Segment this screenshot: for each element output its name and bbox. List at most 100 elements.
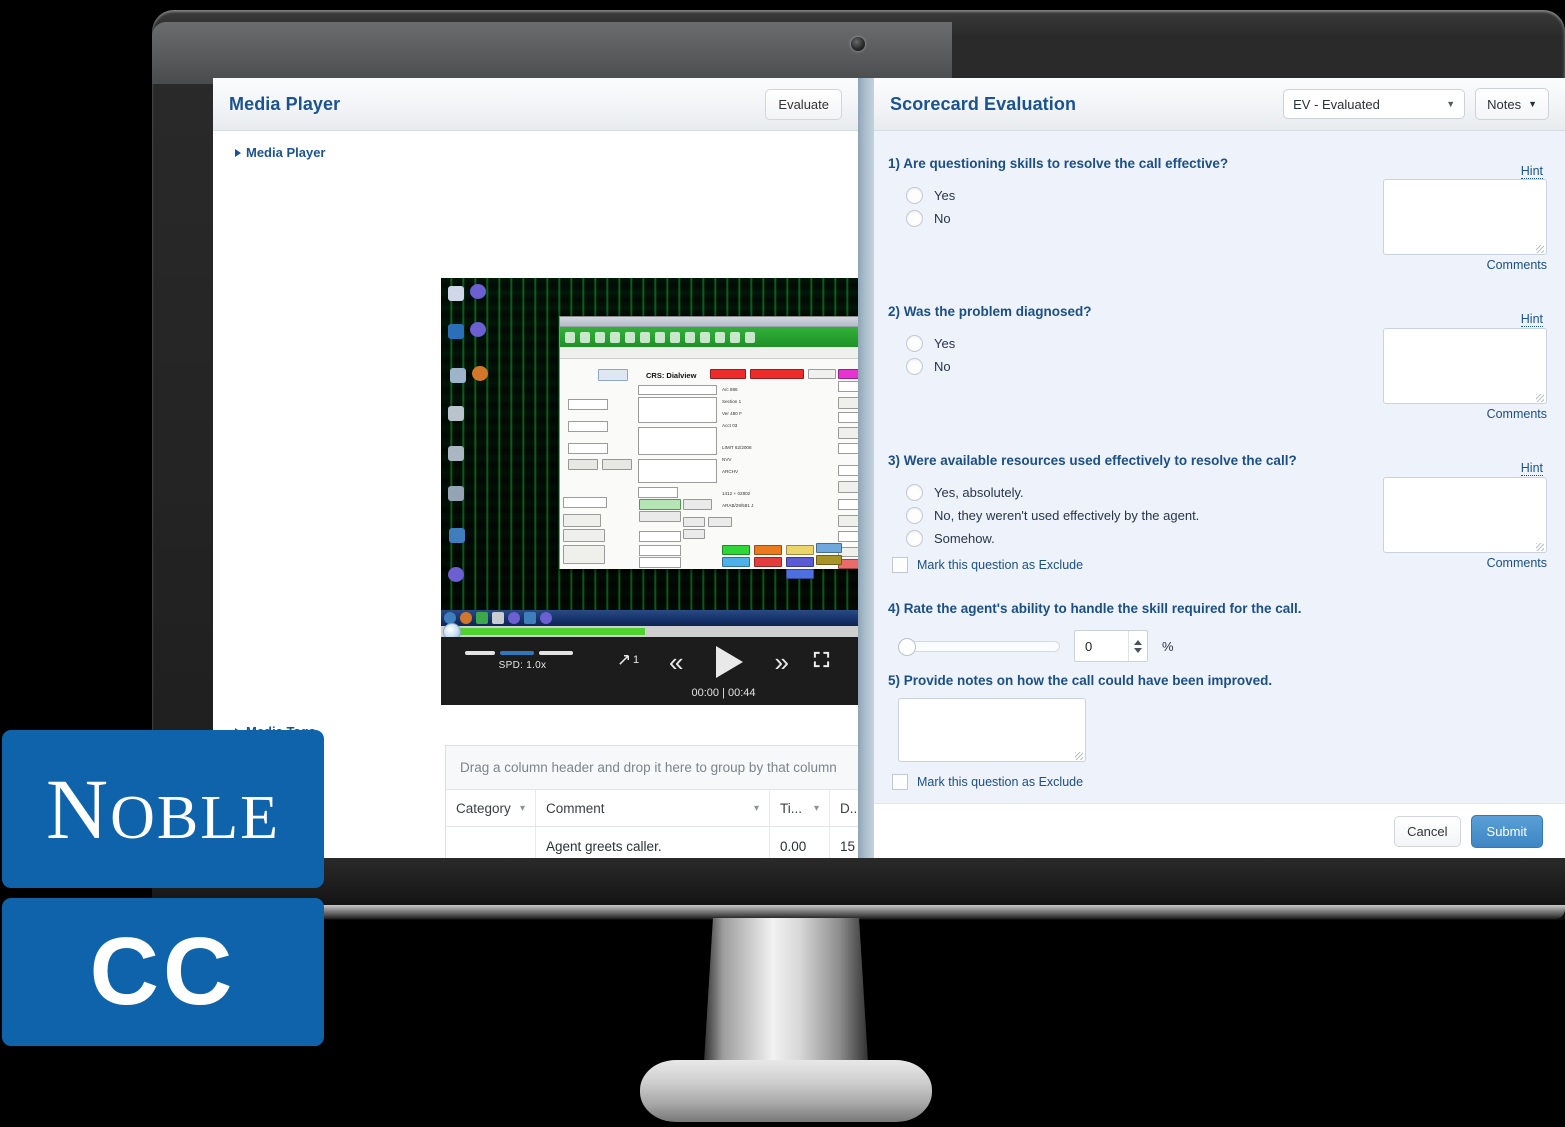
question-1-hint-link[interactable]: Hint <box>1520 164 1543 179</box>
monitor-stand-base <box>640 1060 932 1122</box>
notes-button[interactable]: Notes ▼ <box>1475 88 1549 120</box>
desktop-icon <box>448 286 464 301</box>
rating-slider[interactable] <box>898 637 1060 656</box>
panel-divider[interactable] <box>858 78 874 858</box>
question-1-text: 1) Are questioning skills to resolve the… <box>888 156 1229 171</box>
checkbox-icon[interactable] <box>892 557 908 573</box>
crm-button <box>754 557 782 567</box>
radio-icon[interactable] <box>906 358 923 375</box>
grid-column-label: Ti... <box>780 800 802 816</box>
rating-value: 0 <box>1085 638 1093 654</box>
question-2: 2) Was the problem diagnosed? Yes No Hin… <box>874 304 1565 453</box>
grid-column-label: Category <box>456 800 511 816</box>
comments-textarea[interactable] <box>1383 179 1547 255</box>
question-2-text: 2) Was the problem diagnosed? <box>888 304 1092 319</box>
radio-icon[interactable] <box>906 530 923 547</box>
comments-textarea[interactable] <box>1383 328 1547 404</box>
option-label: No, they weren't used effectively by the… <box>934 508 1200 523</box>
question-3-hint-link[interactable]: Hint <box>1520 461 1543 476</box>
speed-segment <box>465 651 495 655</box>
option-label: No <box>934 359 951 374</box>
rewind-icon[interactable]: « <box>669 649 683 675</box>
checkbox-icon[interactable] <box>892 774 908 790</box>
option-label: Yes <box>934 188 956 203</box>
speed-slider[interactable] <box>465 651 580 655</box>
chevron-down-icon: ▼ <box>1446 99 1456 109</box>
crm-text: A/c 886 <box>722 387 738 392</box>
radio-icon[interactable] <box>906 484 923 501</box>
crm-button <box>563 529 605 542</box>
toolbar-icon <box>580 331 590 343</box>
scorecard-panel: Scorecard Evaluation EV - Evaluated ▼ No… <box>874 78 1565 858</box>
grid-column-label: Comment <box>546 800 605 816</box>
scorecard-title: Scorecard Evaluation <box>890 93 1077 114</box>
chevron-up-icon[interactable] <box>1134 639 1142 645</box>
toolbar-icon <box>625 331 635 343</box>
desktop-icons <box>444 282 488 602</box>
question-3-text: 3) Were available resources used effecti… <box>888 453 1297 468</box>
resize-grip-icon[interactable] <box>1536 245 1544 253</box>
rating-slider-handle[interactable] <box>898 637 916 656</box>
evaluation-status-value: EV - Evaluated <box>1293 96 1380 112</box>
grid-column-comment[interactable]: Comment ▾ <box>536 790 770 826</box>
crm-button <box>816 555 842 565</box>
desktop-icon <box>449 528 465 543</box>
chevron-down-icon[interactable] <box>1134 647 1142 653</box>
radio-icon[interactable] <box>906 187 923 204</box>
crm-button <box>708 517 732 527</box>
zoom-level-icon[interactable]: 1 <box>617 652 639 667</box>
percent-symbol: % <box>1162 638 1174 654</box>
question-2-comments: Comments <box>1383 328 1547 421</box>
crm-text: 1412 + 02802 <box>722 491 751 496</box>
question-2-hint-link[interactable]: Hint <box>1520 312 1543 327</box>
crm-button <box>816 543 842 553</box>
webcam-icon <box>851 37 865 51</box>
media-player-section-toggle[interactable]: Media Player <box>213 131 858 168</box>
exclude-label: Mark this question as Exclude <box>917 775 1084 789</box>
toolbar-icon <box>745 331 755 343</box>
play-button[interactable] <box>715 646 743 678</box>
crm-button <box>808 369 836 379</box>
evaluate-button[interactable]: Evaluate <box>765 88 842 120</box>
radio-icon[interactable] <box>906 210 923 227</box>
fast-forward-icon[interactable]: » <box>775 649 789 675</box>
fullscreen-icon[interactable] <box>813 651 830 672</box>
question-3-comments: Comments <box>1383 477 1547 570</box>
crm-text: ARCHV <box>722 469 739 474</box>
question-5-textarea[interactable] <box>898 698 1086 762</box>
crm-button <box>639 511 681 522</box>
toolbar-icon <box>685 331 695 343</box>
evaluation-status-select[interactable]: EV - Evaluated ▼ <box>1283 89 1466 119</box>
grid-column-time[interactable]: Ti... ▾ <box>770 790 830 826</box>
crm-button <box>568 459 598 470</box>
resize-grip-icon[interactable] <box>1075 752 1083 760</box>
screen-area: Media Player Evaluate Media Player CRS: … <box>213 78 1565 858</box>
crm-field <box>638 459 717 483</box>
question-5-exclude[interactable]: Mark this question as Exclude <box>892 774 1541 790</box>
crm-button <box>786 545 814 555</box>
grid-column-category[interactable]: Category ▾ <box>446 790 536 826</box>
crm-field <box>639 557 681 568</box>
cc-logo-text: CC <box>89 918 237 1025</box>
toolbar-icon <box>655 331 665 343</box>
taskbar-icon <box>524 612 536 624</box>
toolbar-icon <box>700 331 710 343</box>
resize-grip-icon[interactable] <box>1536 543 1544 551</box>
transport-controls: « » <box>669 646 789 678</box>
comments-label: Comments <box>1486 407 1547 421</box>
stepper-arrows[interactable] <box>1128 631 1147 661</box>
cancel-button[interactable]: Cancel <box>1394 815 1461 847</box>
resize-grip-icon[interactable] <box>1536 394 1544 402</box>
media-player-title: Media Player <box>229 93 341 114</box>
chevron-down-icon: ▾ <box>519 802 525 814</box>
comments-textarea[interactable] <box>1383 477 1547 553</box>
taskbar-icon <box>508 612 520 624</box>
option-label: No <box>934 211 951 226</box>
radio-icon[interactable] <box>906 507 923 524</box>
crm-text: Acct 03 <box>722 423 738 428</box>
speed-control[interactable]: SPD: 1.0x <box>465 651 580 671</box>
radio-icon[interactable] <box>906 335 923 352</box>
submit-button[interactable]: Submit <box>1470 814 1543 848</box>
crm-field <box>638 385 717 395</box>
rating-stepper[interactable]: 0 <box>1074 630 1148 662</box>
